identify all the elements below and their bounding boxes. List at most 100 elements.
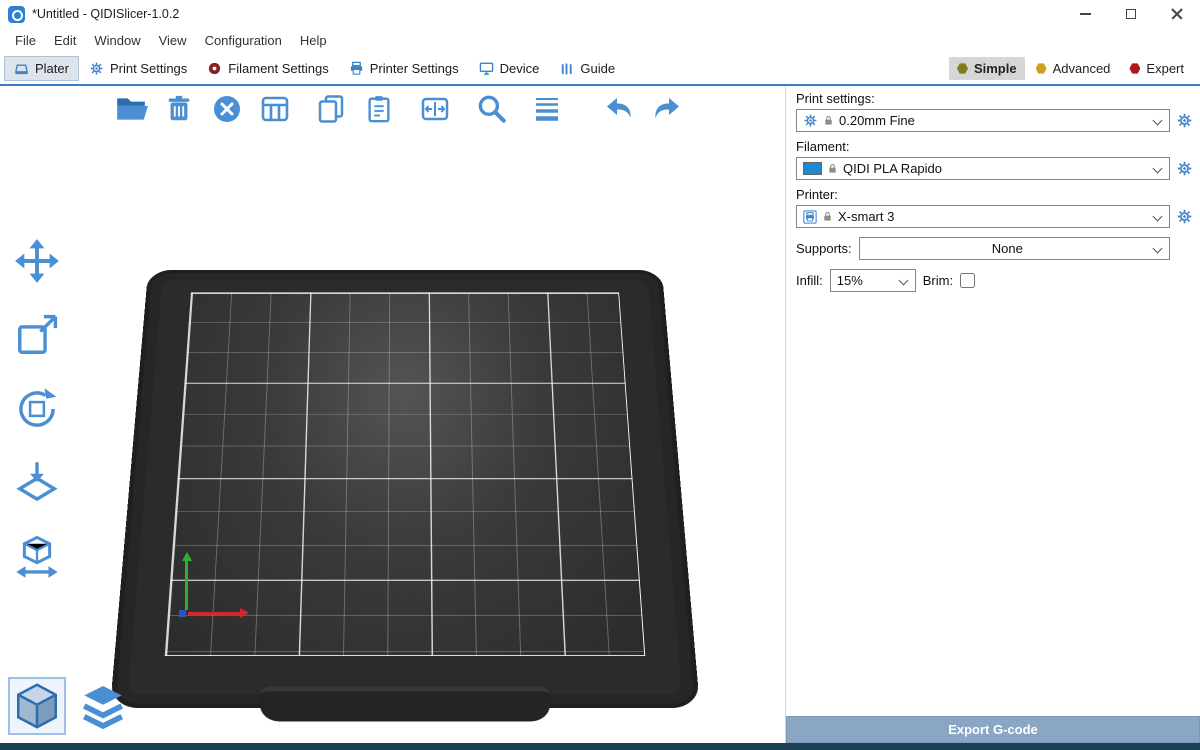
3d-viewport[interactable] (0, 86, 785, 743)
copy-icon (315, 93, 347, 125)
menu-configuration[interactable]: Configuration (196, 30, 291, 51)
split-button[interactable] (416, 90, 454, 128)
mode-expert[interactable]: Expert (1121, 57, 1192, 80)
maximize-button[interactable] (1108, 0, 1154, 28)
tab-printer-settings[interactable]: Printer Settings (339, 56, 469, 81)
close-icon (1171, 8, 1183, 20)
x-axis-line (188, 612, 242, 615)
filament-color-swatch (803, 162, 822, 175)
gizmo-toolbar (12, 236, 62, 582)
tab-bar: Plater Print Settings Filament Settings … (0, 53, 1200, 86)
menu-window[interactable]: Window (85, 30, 149, 51)
menu-edit[interactable]: Edit (45, 30, 85, 51)
infill-value: 15% (837, 273, 863, 288)
undo-button[interactable] (600, 90, 638, 128)
print-settings-combo[interactable]: 0.20mm Fine (796, 109, 1170, 132)
search-icon (474, 92, 508, 126)
open-button[interactable] (112, 90, 150, 128)
scale-icon (14, 312, 60, 358)
scale-tool-button[interactable] (12, 310, 62, 360)
y-axis-line (185, 560, 188, 610)
lock-icon (822, 210, 833, 223)
move-tool-button[interactable] (12, 236, 62, 286)
chevron-down-icon (1153, 164, 1163, 174)
undo-icon (602, 93, 636, 125)
filament-value: QIDI PLA Rapido (843, 161, 942, 176)
supports-combo[interactable]: None (859, 237, 1170, 260)
layers-icon (531, 93, 563, 125)
redo-icon (650, 93, 684, 125)
arrange-icon (259, 93, 291, 125)
menu-help[interactable]: Help (291, 30, 336, 51)
print-settings-value: 0.20mm Fine (839, 113, 915, 128)
supports-label: Supports: (796, 241, 852, 256)
lock-icon (823, 114, 834, 127)
x-axis-arrow (240, 608, 249, 618)
place-on-face-tool-button[interactable] (12, 458, 62, 508)
profile-gear-icon (803, 113, 818, 128)
status-strip (0, 743, 1200, 750)
tab-printer-settings-label: Printer Settings (370, 61, 459, 76)
brim-label: Brim: (923, 273, 953, 288)
filament-gear-button[interactable] (1175, 159, 1194, 178)
infill-combo[interactable]: 15% (830, 269, 916, 292)
minimize-icon (1080, 13, 1091, 15)
tab-guide[interactable]: Guide (549, 56, 625, 81)
3d-editor-view-button[interactable] (8, 677, 66, 735)
chevron-down-icon (1153, 116, 1163, 126)
menu-file[interactable]: File (6, 30, 45, 51)
variable-layer-height-button[interactable] (528, 90, 566, 128)
printer-icon (349, 61, 364, 76)
search-button[interactable] (472, 90, 510, 128)
printer-combo[interactable]: X-smart 3 (796, 205, 1170, 228)
gear-icon (1176, 112, 1193, 129)
move-icon (14, 238, 60, 284)
tab-print-settings-label: Print Settings (110, 61, 187, 76)
place-on-face-icon (14, 460, 60, 506)
paste-icon (364, 93, 394, 125)
supports-value: None (992, 241, 1023, 256)
guide-book-icon (559, 61, 574, 76)
tab-device[interactable]: Device (469, 56, 550, 81)
bed-handle (259, 686, 550, 721)
redo-button[interactable] (648, 90, 686, 128)
measure-tool-button[interactable] (12, 532, 62, 582)
paste-button[interactable] (360, 90, 398, 128)
copy-button[interactable] (312, 90, 350, 128)
chevron-down-icon (1153, 212, 1163, 222)
close-button[interactable] (1154, 0, 1200, 28)
title-bar: *Untitled - QIDISlicer-1.0.2 (0, 0, 1200, 28)
printer-gear-button[interactable] (1175, 207, 1194, 226)
delete-all-button[interactable] (208, 90, 246, 128)
settings-sidebar: Print settings: 0.20mm Fine Filament: QI… (785, 86, 1200, 743)
mode-switcher: Simple Advanced Expert (949, 57, 1196, 80)
delete-all-icon (211, 93, 243, 125)
rotate-tool-button[interactable] (12, 384, 62, 434)
plater-icon (14, 61, 29, 76)
menu-bar: File Edit Window View Configuration Help (0, 28, 1200, 53)
brim-checkbox[interactable] (960, 273, 975, 288)
delete-button[interactable] (160, 90, 198, 128)
mode-simple[interactable]: Simple (949, 57, 1025, 80)
arrange-button[interactable] (256, 90, 294, 128)
preview-view-button[interactable] (74, 677, 132, 735)
print-settings-gear-button[interactable] (1175, 111, 1194, 130)
preview-layers-icon (78, 681, 128, 731)
menu-view[interactable]: View (150, 30, 196, 51)
rotate-icon (14, 386, 60, 432)
axes-gizmo (178, 554, 268, 629)
device-monitor-icon (479, 61, 494, 76)
printer-value: X-smart 3 (838, 209, 894, 224)
tab-print-settings[interactable]: Print Settings (79, 56, 197, 81)
tab-filament-settings-label: Filament Settings (228, 61, 328, 76)
tab-plater[interactable]: Plater (4, 56, 79, 81)
minimize-button[interactable] (1062, 0, 1108, 28)
mode-advanced[interactable]: Advanced (1028, 57, 1119, 80)
main-area: Print settings: 0.20mm Fine Filament: QI… (0, 86, 1200, 743)
print-bed[interactable] (110, 270, 700, 708)
window-title: *Untitled - QIDISlicer-1.0.2 (32, 7, 179, 21)
filament-combo[interactable]: QIDI PLA Rapido (796, 157, 1170, 180)
advanced-mode-icon (1036, 63, 1047, 74)
export-gcode-button[interactable]: Export G-code (786, 716, 1200, 743)
tab-filament-settings[interactable]: Filament Settings (197, 56, 338, 81)
